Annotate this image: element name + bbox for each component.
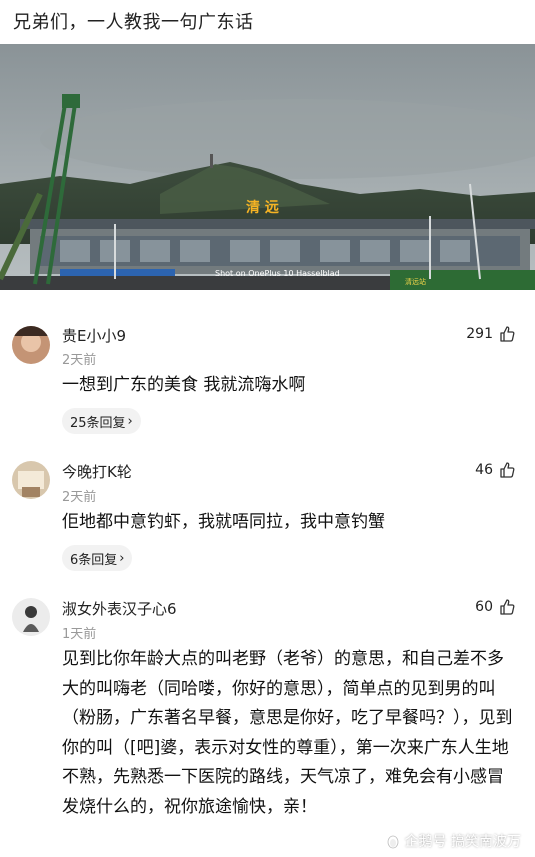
- comment-username[interactable]: 淑女外表汉子心6: [62, 598, 177, 619]
- comment-time: 2天前: [62, 490, 97, 505]
- post-photo[interactable]: 清 远 Shot on OnePlus 10 Hasselblad 清远站: [0, 44, 535, 290]
- avatar[interactable]: [12, 598, 50, 636]
- like-count: 46: [475, 462, 493, 478]
- comment-time: 2天前: [62, 353, 97, 368]
- like-button[interactable]: 60: [475, 599, 515, 615]
- thumbs-up-icon: [500, 599, 515, 615]
- like-count: 60: [475, 599, 493, 615]
- avatar[interactable]: [12, 326, 50, 364]
- chevron-right-icon: ›: [119, 550, 125, 566]
- replies-count: 6条回复: [70, 552, 118, 568]
- thumbs-up-icon: [500, 462, 515, 478]
- avatar[interactable]: [12, 461, 50, 499]
- comment-time: 1天前: [62, 627, 97, 642]
- camera-caption: Shot on OnePlus 10 Hasselblad: [215, 269, 340, 278]
- replies-count: 25条回复: [70, 415, 126, 431]
- comment-username[interactable]: 贵E小小9: [62, 325, 126, 346]
- replies-button[interactable]: 25条回复 ›: [62, 408, 141, 434]
- station-sign: 清 远: [246, 199, 279, 216]
- chevron-right-icon: ›: [127, 413, 133, 429]
- comment-text: 一想到广东的美食 我就流嗨水啊: [62, 375, 306, 395]
- corner-sign: 清远站: [405, 277, 426, 286]
- comment-username[interactable]: 今晚打K轮: [62, 461, 132, 482]
- comment-text: 佢地都中意钓虾，我就唔同拉，我中意钓蟹: [62, 512, 385, 532]
- watermark: 企鹅号 搞笑南波万: [385, 831, 521, 851]
- like-count: 291: [466, 326, 493, 342]
- replies-button[interactable]: 6条回复 ›: [62, 545, 133, 571]
- watermark-text: 企鹅号 搞笑南波万: [404, 834, 521, 850]
- like-button[interactable]: 46: [475, 462, 515, 478]
- station-photo: 清 远 Shot on OnePlus 10 Hasselblad 清远站: [0, 44, 535, 290]
- like-button[interactable]: 291: [466, 326, 515, 342]
- penguin-icon: [387, 835, 398, 849]
- thumbs-up-icon: [500, 326, 515, 342]
- post-title: 兄弟们，一人教我一句广东话: [13, 12, 254, 33]
- comment-text: 见到比你年龄大点的叫老野（老爷）的意思，和自己差不多大的叫嗨老（同哈喽，你好的意…: [62, 649, 513, 817]
